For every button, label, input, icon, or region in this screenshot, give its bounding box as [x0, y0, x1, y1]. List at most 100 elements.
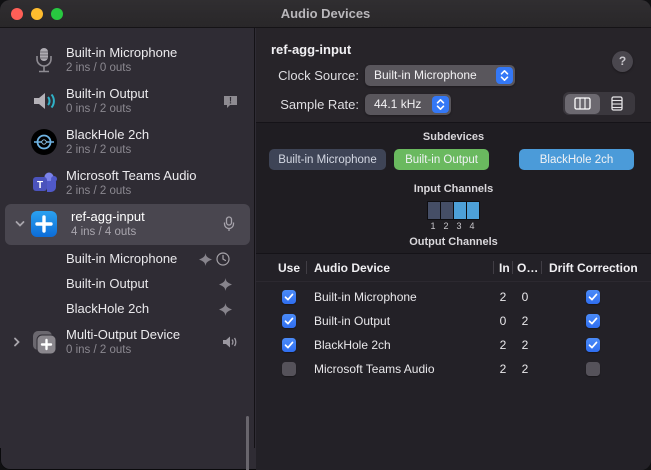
channel-numbers: 1 2 3 4: [427, 221, 478, 231]
table-row[interactable]: Microsoft Teams Audio 2 2: [256, 357, 651, 381]
device-detail: 2 ins / 2 outs: [66, 185, 131, 197]
help-button[interactable]: ?: [612, 51, 633, 72]
subdevices-heading: Subdevices: [256, 131, 651, 143]
rows-view-button[interactable]: [599, 94, 634, 114]
column-use[interactable]: Use: [278, 261, 300, 275]
subitem-built-in-output[interactable]: Built-in Output: [0, 272, 255, 297]
multi-output-icon: [30, 328, 58, 356]
chevron-down-icon[interactable]: [14, 218, 26, 230]
subitem-built-in-microphone[interactable]: Built-in Microphone: [0, 247, 255, 272]
channel-number: 3: [453, 221, 465, 231]
sidebar-item-built-in-microphone[interactable]: Built-in Microphone 2 ins / 0 outs: [0, 40, 255, 81]
table-row[interactable]: Built-in Microphone 2 0: [256, 285, 651, 309]
device-detail: 2 ins / 0 outs: [66, 62, 131, 74]
channel-number: 2: [440, 221, 452, 231]
svg-text:!: !: [229, 96, 232, 106]
subdevice-name: Built-in Output: [66, 276, 148, 291]
device-name: Built-in Microphone: [66, 45, 177, 60]
activity-spark-icon: [199, 253, 212, 266]
row-device-name: Microsoft Teams Audio: [314, 362, 435, 376]
device-detail: 0 ins / 2 outs: [66, 344, 131, 356]
device-detail: 2 ins / 2 outs: [66, 144, 131, 156]
columns-view-button[interactable]: [565, 94, 600, 114]
input-channels-heading: Input Channels: [256, 183, 651, 195]
device-detail-panel: ref-agg-input ? Clock Source: Built-in M…: [256, 28, 651, 470]
row-device-name: Built-in Output: [314, 314, 390, 328]
sample-rate-select[interactable]: 44.1 kHz: [365, 94, 451, 115]
sample-rate-label: Sample Rate:: [256, 97, 359, 112]
audio-devices-window: Audio Devices Built-in Microphone 2 ins …: [0, 0, 651, 470]
teams-icon: T: [30, 169, 58, 197]
view-mode-segmented-control: [563, 92, 635, 115]
clock-source-select[interactable]: Built-in Microphone: [365, 65, 515, 86]
table-header-divider: [256, 281, 651, 282]
use-checkbox[interactable]: [282, 362, 296, 376]
alert-bubble-icon: !: [222, 93, 239, 110]
sidebar-item-microsoft-teams-audio[interactable]: T Microsoft Teams Audio 2 ins / 2 outs: [0, 163, 255, 204]
clock-source-value: Built-in Microphone: [374, 68, 477, 82]
input-channel-meter: [427, 201, 480, 220]
row-device-name: Built-in Microphone: [314, 290, 417, 304]
aggregate-device-icon: [30, 210, 58, 238]
use-checkbox[interactable]: [282, 290, 296, 304]
blackhole-icon: [30, 128, 58, 156]
rows-icon: [611, 96, 623, 111]
row-out-count: 0: [517, 290, 533, 304]
sidebar-item-blackhole-2ch[interactable]: BlackHole 2ch 2 ins / 2 outs: [0, 122, 255, 163]
device-name: BlackHole 2ch: [66, 127, 149, 142]
sidebar-item-ref-agg-input[interactable]: ref-agg-input 4 ins / 4 outs: [5, 204, 250, 245]
table-row[interactable]: BlackHole 2ch 2 2: [256, 333, 651, 357]
channels-section: Subdevices Built-in Microphone Built-in …: [256, 122, 651, 253]
column-separator: [541, 261, 542, 274]
device-name: Multi-Output Device: [66, 327, 180, 342]
clock-source-icon: [216, 252, 230, 266]
sidebar-item-built-in-output[interactable]: Built-in Output 0 ins / 2 outs !: [0, 81, 255, 122]
stepper-chevrons-icon: [496, 67, 513, 84]
column-drift-correction[interactable]: Drift Correction: [549, 261, 638, 275]
table-row[interactable]: Built-in Output 0 2: [256, 309, 651, 333]
device-name: Built-in Output: [66, 86, 148, 101]
use-checkbox[interactable]: [282, 314, 296, 328]
columns-icon: [574, 97, 591, 110]
drift-correction-checkbox[interactable]: [586, 362, 600, 376]
activity-spark-icon: [219, 303, 232, 316]
chevron-right-icon[interactable]: [11, 336, 23, 348]
column-audio-device[interactable]: Audio Device: [314, 261, 390, 275]
row-out-count: 2: [517, 314, 533, 328]
volume-icon: [222, 335, 239, 352]
channel-1: [428, 202, 440, 219]
title-bar: Audio Devices: [0, 0, 651, 28]
subdevice-pill-blackhole-2ch[interactable]: BlackHole 2ch: [519, 149, 634, 170]
row-out-count: 2: [517, 338, 533, 352]
column-out[interactable]: O…: [517, 261, 538, 275]
channel-number: 4: [466, 221, 478, 231]
sidebar-item-multi-output-device[interactable]: Multi-Output Device 0 ins / 2 outs: [0, 322, 255, 363]
subdevice-table: Use Audio Device In O… Drift Correction …: [256, 253, 651, 470]
drift-correction-checkbox[interactable]: [586, 290, 600, 304]
channel-4: [467, 202, 479, 219]
svg-text:T: T: [37, 180, 43, 191]
channel-number: 1: [427, 221, 439, 231]
row-in-count: 2: [495, 290, 511, 304]
sidebar-scrollbar[interactable]: [246, 416, 249, 470]
device-name: Microsoft Teams Audio: [66, 168, 197, 183]
column-separator: [493, 261, 494, 274]
window-title: Audio Devices: [0, 6, 651, 21]
output-channels-heading: Output Channels: [256, 236, 651, 248]
subdevice-pill-built-in-output[interactable]: Built-in Output: [394, 149, 489, 170]
use-checkbox[interactable]: [282, 338, 296, 352]
channel-3: [454, 202, 466, 219]
device-detail: 4 ins / 4 outs: [71, 226, 136, 238]
drift-correction-checkbox[interactable]: [586, 314, 600, 328]
channel-2: [441, 202, 453, 219]
device-sidebar: Built-in Microphone 2 ins / 0 outs Built…: [0, 28, 255, 448]
row-out-count: 2: [517, 362, 533, 376]
subdevice-pill-built-in-microphone[interactable]: Built-in Microphone: [269, 149, 386, 170]
drift-correction-checkbox[interactable]: [586, 338, 600, 352]
subitem-blackhole-2ch[interactable]: BlackHole 2ch: [0, 297, 255, 322]
row-in-count: 2: [495, 338, 511, 352]
device-detail: 0 ins / 2 outs: [66, 103, 131, 115]
column-in[interactable]: In: [499, 261, 510, 275]
selected-device-title: ref-agg-input: [271, 42, 351, 57]
column-separator: [306, 261, 307, 274]
